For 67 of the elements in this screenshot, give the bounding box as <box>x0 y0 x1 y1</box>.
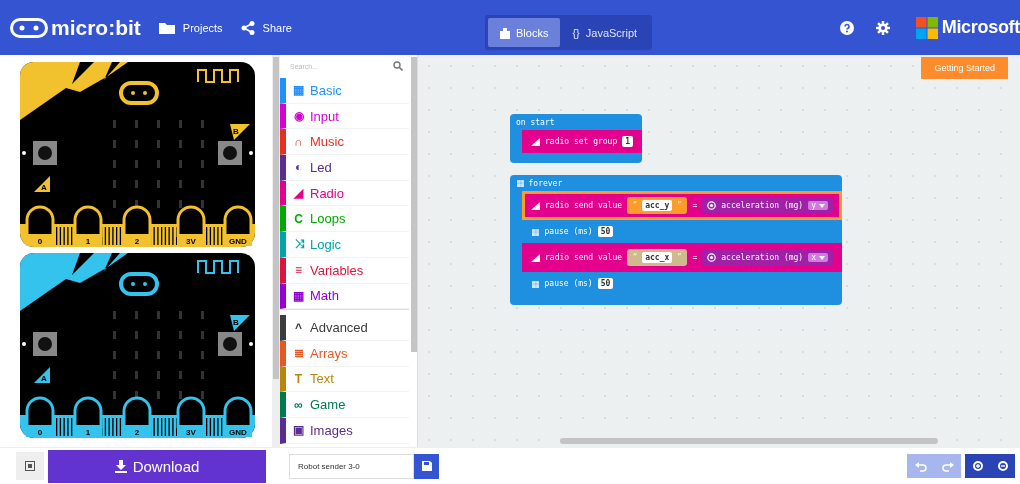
code-block[interactable]: radio send value “ acc_y ” = acceleration (mg) y <box>522 191 842 220</box>
redo-icon <box>941 460 954 472</box>
logo-icon <box>10 17 48 38</box>
zoom-out-icon <box>997 461 1008 471</box>
number-input[interactable]: 1 <box>622 136 634 147</box>
button-label: A <box>41 374 47 383</box>
button-label: B <box>233 127 239 136</box>
text-input[interactable]: acc_x <box>642 252 673 263</box>
code-block[interactable]: radio set group 1 <box>522 130 643 153</box>
caret-icon <box>819 255 825 260</box>
square-icon <box>25 461 35 471</box>
quote-mark: “ <box>633 253 638 262</box>
board-drawing[interactable]: A B 0 1 2 3V GND <box>20 253 255 438</box>
brand-name: micro:bit <box>51 15 141 40</box>
save-button[interactable] <box>414 453 439 479</box>
signal-icon <box>531 137 540 146</box>
company-name: Microsoft <box>941 17 1020 38</box>
button-label: B <box>233 318 239 327</box>
quote-mark: ” <box>677 201 682 210</box>
button-label: A <box>41 183 47 192</box>
pin-label: 2 <box>134 237 140 246</box>
pin-label: 3V <box>186 428 196 437</box>
pin-label: 1 <box>85 237 91 246</box>
download-button[interactable]: Download <box>48 449 266 483</box>
settings-icon[interactable] <box>875 20 890 35</box>
signal-icon <box>531 253 540 262</box>
puzzle-piece-icon <box>500 26 510 39</box>
collapse-button[interactable] <box>16 452 44 480</box>
scrollbar[interactable] <box>411 57 417 352</box>
text-input[interactable]: acc_y <box>642 200 673 211</box>
pin-label: GND <box>229 237 247 246</box>
zoom-in-button[interactable] <box>965 454 990 478</box>
help-icon[interactable] <box>839 20 854 35</box>
pin-label: GND <box>229 428 247 437</box>
projects-button[interactable]: Projects <box>158 21 223 34</box>
pin-label: 2 <box>134 428 140 437</box>
pin-label: 1 <box>85 428 91 437</box>
radio-dial-icon <box>707 201 717 210</box>
pin-label: 0 <box>37 428 43 437</box>
scrollbar[interactable] <box>560 438 938 444</box>
board-drawing[interactable]: A B 0 1 2 3V GND <box>20 62 255 247</box>
share-button[interactable]: Share <box>240 20 292 35</box>
project-name-field[interactable]: Robot sender 3-0 <box>289 453 414 479</box>
share-icon <box>240 20 255 35</box>
radio-dial-icon <box>707 253 717 262</box>
quote-mark: ” <box>677 253 682 262</box>
search-icon <box>393 61 403 71</box>
zoom-out-button[interactable] <box>990 454 1015 478</box>
signal-icon <box>531 201 540 210</box>
folder-icon <box>158 21 175 34</box>
download-icon <box>114 459 127 473</box>
quote-mark: “ <box>633 201 638 210</box>
caret-icon <box>819 203 825 208</box>
event-block[interactable]: on start radio set group 1 <box>510 114 643 163</box>
editor-tab[interactable]: {} JavaScript <box>560 18 650 47</box>
editor-tab[interactable]: Blocks <box>488 18 561 47</box>
pin-label: 3V <box>186 237 196 246</box>
company-logo-icon <box>915 16 938 39</box>
number-input[interactable]: 50 <box>597 278 614 289</box>
zoom-in-icon <box>972 461 983 471</box>
scrollbar[interactable] <box>272 55 280 447</box>
event-block[interactable]: ▦ forever radio send value “ acc_y ” = acceleration (mg) y ▦ pause (ms) 50 radio send value “ acc_x ” = acceleration (mg) x ▦ pause (ms) 50 <box>510 175 842 305</box>
toolbox-category[interactable]: ∞ Game <box>280 392 409 418</box>
pin-label: 0 <box>37 237 43 246</box>
number-input[interactable]: 50 <box>597 226 614 237</box>
undo-icon <box>914 460 927 472</box>
code-block[interactable]: radio send value “ acc_x ” = acceleration (mg) x <box>522 243 842 272</box>
